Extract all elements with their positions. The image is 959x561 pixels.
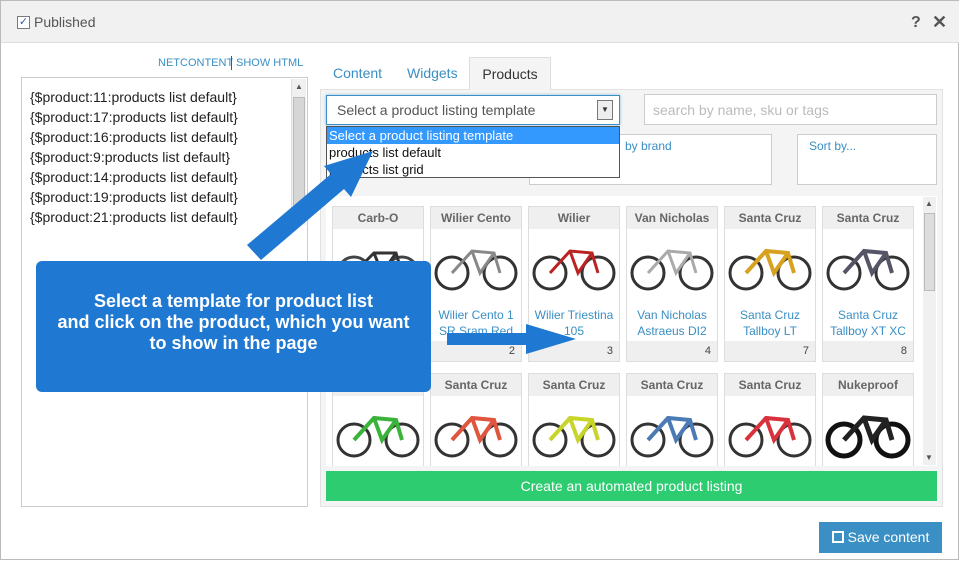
editor-line: {$product:17:products list default}: [30, 109, 238, 125]
product-number: 4: [627, 341, 717, 361]
product-name[interactable]: Santa Cruz Tallboy XT XC: [823, 307, 913, 339]
template-select[interactable]: Select a product listing template ▼: [326, 95, 620, 125]
product-number: 8: [823, 341, 913, 361]
editor-line: {$product:21:products list default}: [30, 209, 238, 225]
template-dropdown: Select a product listing template produc…: [326, 126, 620, 178]
product-brand: Santa Cruz: [529, 374, 619, 396]
dialog: ✓ Published ? ✕ NETCONTENT SHOW HTML {$p…: [0, 0, 959, 560]
save-icon: [831, 531, 844, 543]
product-brand: Santa Cruz: [823, 207, 913, 229]
product-brand: Nukeproof: [823, 374, 913, 396]
title-bar: ✓ Published ? ✕: [1, 1, 959, 43]
product-number: 7: [725, 341, 815, 361]
product-brand: Santa Cruz: [627, 374, 717, 396]
bike-image: [434, 249, 518, 291]
product-card[interactable]: Wilier Wilier Triestina 105 3: [528, 206, 620, 362]
bike-image: [630, 415, 714, 458]
search-input[interactable]: search by name, sku or tags: [644, 94, 937, 125]
editor-scrollbar[interactable]: ▲ ▼: [291, 79, 306, 225]
template-option[interactable]: products list default: [327, 144, 619, 161]
save-content-label: Save content: [847, 529, 930, 545]
scroll-thumb[interactable]: [293, 97, 305, 207]
scroll-thumb[interactable]: [924, 213, 935, 291]
bike-image: [532, 249, 616, 291]
product-brand: Carb-O: [333, 207, 423, 229]
template-option[interactable]: Select a product listing template: [327, 127, 619, 144]
tab-widgets[interactable]: Widgets: [407, 65, 458, 81]
callout-line: Select a template for product list: [93, 291, 374, 311]
product-card[interactable]: Nukeproof: [822, 373, 914, 466]
product-name[interactable]: Wilier Cento 1 SR Sram Red: [431, 307, 521, 339]
product-card[interactable]: Santa Cruz: [430, 373, 522, 466]
bike-image: [630, 249, 714, 291]
bike-image: [728, 415, 812, 458]
published-label: Published: [34, 14, 96, 30]
bike-image: [336, 415, 420, 458]
template-select-value: Select a product listing template: [337, 102, 536, 118]
editor-line: {$product:9:products list default}: [30, 149, 231, 165]
netcontent-link[interactable]: NETCONTENT: [158, 57, 233, 69]
product-brand: Santa Cruz: [725, 374, 815, 396]
product-brand: Wilier Cento: [431, 207, 521, 229]
show-html-link[interactable]: SHOW HTML: [236, 57, 303, 69]
sort-filter[interactable]: Sort by...: [797, 134, 937, 185]
product-number: 2: [431, 341, 521, 361]
callout-line: to show in the page: [149, 333, 318, 353]
close-icon[interactable]: ✕: [932, 12, 947, 33]
product-card[interactable]: Santa Cruz: [626, 373, 718, 466]
help-icon[interactable]: ?: [911, 14, 921, 32]
product-brand: Wilier: [529, 207, 619, 229]
tutorial-callout: Select a template for product list and c…: [36, 261, 431, 392]
tab-products[interactable]: Products: [469, 57, 551, 90]
product-name[interactable]: Van Nicholas Astraeus DI2: [627, 307, 717, 339]
editor-line: {$product:14:products list default}: [30, 169, 238, 185]
product-card[interactable]: Santa Cruz Santa Cruz Tallboy XT XC 8: [822, 206, 914, 362]
chevron-down-icon[interactable]: ▼: [597, 100, 613, 120]
editor-line: {$product:11:products list default}: [30, 89, 237, 105]
brand-filter-label: by brand: [625, 139, 672, 153]
product-name[interactable]: Wilier Triestina 105: [529, 307, 619, 339]
scroll-down-icon[interactable]: ▼: [925, 453, 933, 462]
product-brand: Van Nicholas: [627, 207, 717, 229]
create-listing-button[interactable]: Create an automated product listing: [326, 471, 937, 501]
product-card[interactable]: Santa Cruz: [724, 373, 816, 466]
save-content-button[interactable]: Save content: [819, 522, 942, 553]
scroll-down-icon[interactable]: ▼: [295, 213, 303, 222]
published-checkbox[interactable]: ✓: [17, 16, 30, 29]
sort-filter-label: Sort by...: [809, 139, 857, 153]
bike-image: [532, 415, 616, 458]
product-card[interactable]: Van Nicholas Van Nicholas Astraeus DI2 4: [626, 206, 718, 362]
scroll-up-icon[interactable]: ▲: [925, 199, 933, 208]
product-brand: Santa Cruz: [725, 207, 815, 229]
scroll-up-icon[interactable]: ▲: [295, 82, 303, 91]
template-option[interactable]: products list grid: [327, 161, 619, 178]
bike-image: [826, 248, 910, 291]
grid-scrollbar[interactable]: ▲ ▼: [923, 197, 936, 465]
callout-line: and click on the product, which you want: [57, 312, 410, 332]
bike-image: [728, 248, 812, 291]
product-name[interactable]: Santa Cruz Tallboy LT: [725, 307, 815, 339]
product-card[interactable]: Wilier Cento Wilier Cento 1 SR Sram Red …: [430, 206, 522, 362]
bike-image: [825, 415, 911, 459]
tab-content[interactable]: Content: [333, 65, 382, 81]
editor-line: {$product:16:products list default}: [30, 129, 238, 145]
search-placeholder: search by name, sku or tags: [653, 102, 829, 118]
product-card[interactable]: Santa Cruz: [528, 373, 620, 466]
product-card[interactable]: Santa Cruz Santa Cruz Tallboy LT 7: [724, 206, 816, 362]
editor-line: {$product:19:products list default}: [30, 189, 238, 205]
link-separator: [231, 56, 232, 70]
bike-image: [434, 415, 518, 458]
product-brand: Santa Cruz: [431, 374, 521, 396]
product-number: 3: [529, 341, 619, 361]
